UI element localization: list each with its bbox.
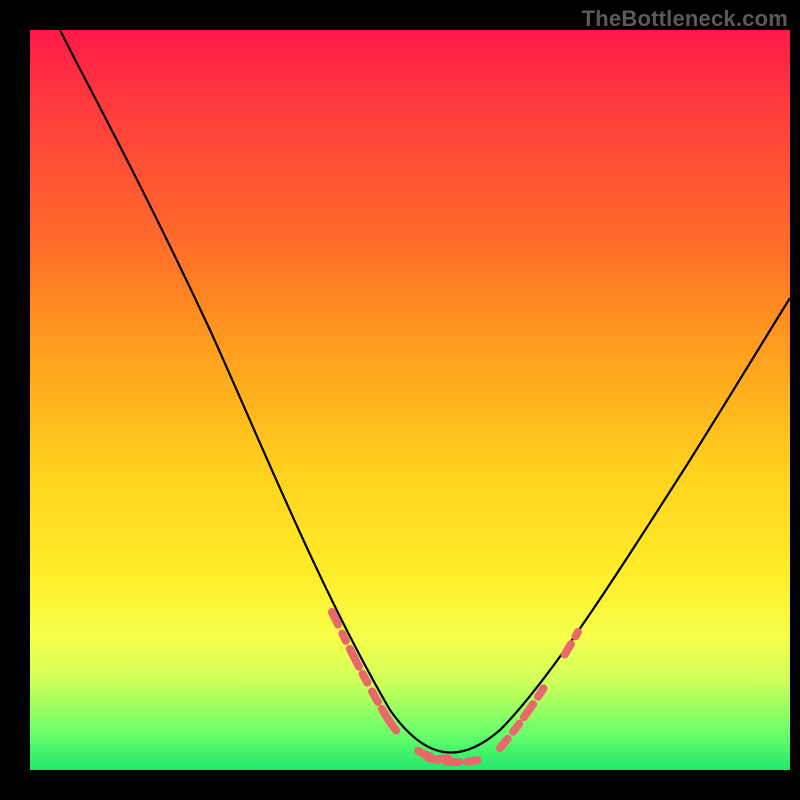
bottleneck-curve bbox=[60, 30, 790, 753]
highlight-bottom bbox=[428, 754, 496, 762]
highlight-left bbox=[332, 612, 452, 759]
curve-layer bbox=[30, 30, 790, 770]
chart-frame: TheBottleneck.com bbox=[0, 0, 800, 800]
highlight-right bbox=[500, 632, 578, 748]
plot-area bbox=[30, 30, 790, 770]
watermark-label: TheBottleneck.com bbox=[582, 6, 788, 32]
